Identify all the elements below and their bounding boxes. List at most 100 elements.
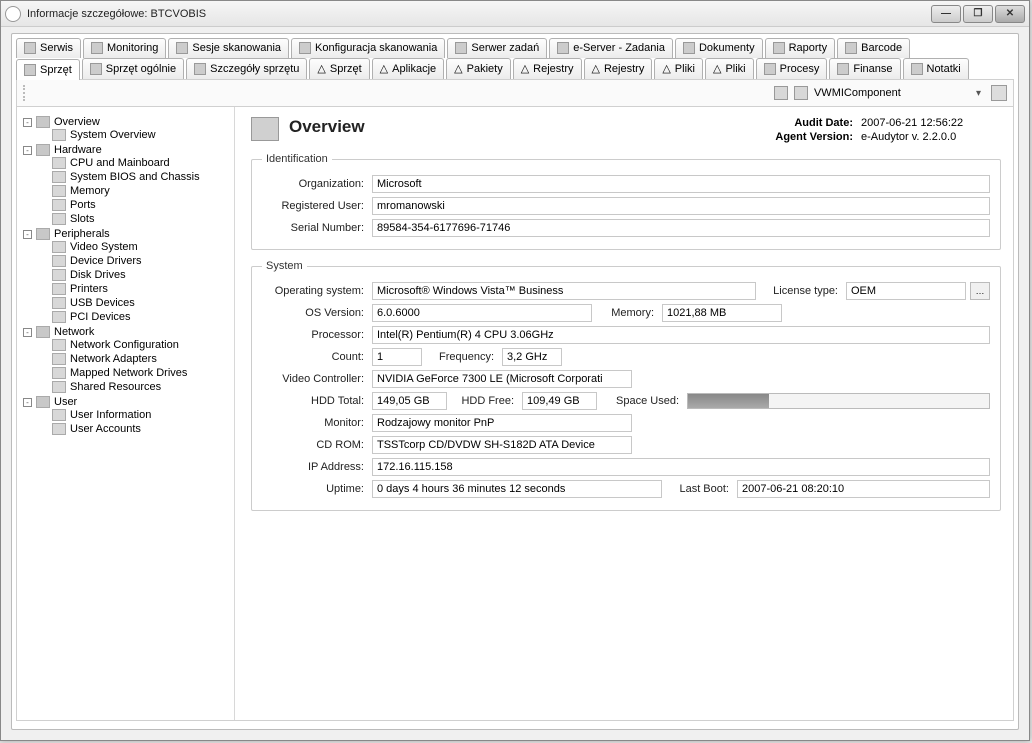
tab-label: Sprzęt: [330, 63, 362, 75]
tree-pci[interactable]: PCI Devices: [39, 311, 230, 323]
collapse-icon[interactable]: -: [23, 118, 32, 127]
tree-usb[interactable]: USB Devices: [39, 297, 230, 309]
tree-peripherals[interactable]: -Peripherals: [23, 228, 230, 240]
tree-drivers[interactable]: Device Drivers: [39, 255, 230, 267]
license-more-button[interactable]: …: [970, 282, 990, 300]
reguser-value[interactable]: mromanowski: [372, 197, 990, 215]
tab-sprz-t[interactable]: △Sprzęt: [309, 58, 369, 79]
tab-sesje-skanowania[interactable]: Sesje skanowania: [168, 38, 289, 58]
titlebar[interactable]: Informacje szczegółowe: BTCVOBIS — ❐ ✕: [1, 1, 1029, 27]
tab-label: Serwis: [40, 42, 73, 54]
osver-value[interactable]: 6.0.6000: [372, 304, 592, 322]
ip-value[interactable]: 172.16.115.158: [372, 458, 990, 476]
tab-rejestry[interactable]: △ Rejestry: [513, 58, 582, 79]
identification-legend: Identification: [262, 153, 332, 165]
dropdown-icon[interactable]: ▾: [976, 88, 981, 99]
tab-label: Procesy: [780, 63, 820, 75]
freq-value[interactable]: 3,2 GHz: [502, 348, 562, 366]
tree-netadapt[interactable]: Network Adapters: [39, 353, 230, 365]
serial-value[interactable]: 89584-354-6177696-71746: [372, 219, 990, 237]
maximize-button[interactable]: ❐: [963, 5, 993, 23]
delta-icon: △: [662, 62, 670, 75]
app-icon: [5, 6, 21, 22]
tree-bios[interactable]: System BIOS and Chassis: [39, 171, 230, 183]
tab-icon: [557, 42, 569, 54]
tab-serwis[interactable]: Serwis: [16, 38, 81, 58]
os-value[interactable]: Microsoft® Windows Vista™ Business: [372, 282, 756, 300]
slots-icon: [52, 213, 66, 225]
count-value[interactable]: 1: [372, 348, 422, 366]
tab-e-server-zadania[interactable]: e-Server - Zadania: [549, 38, 673, 58]
tab-dokumenty[interactable]: Dokumenty: [675, 38, 763, 58]
collapse-icon[interactable]: -: [23, 328, 32, 337]
tab-pliki[interactable]: △Pliki: [705, 58, 754, 79]
proc-label: Processor:: [262, 329, 372, 341]
tab-raporty[interactable]: Raporty: [765, 38, 836, 58]
tree-overview[interactable]: -Overview: [23, 116, 230, 128]
video-value[interactable]: NVIDIA GeForce 7300 LE (Microsoft Corpor…: [372, 370, 632, 388]
collapse-icon[interactable]: -: [23, 230, 32, 239]
monitor-value[interactable]: Rodzajowy monitor PnP: [372, 414, 632, 432]
hddfree-value[interactable]: 109,49 GB: [522, 392, 597, 410]
tab-monitoring[interactable]: Monitoring: [83, 38, 166, 58]
tree-hardware[interactable]: -Hardware: [23, 144, 230, 156]
tab-serwer-zada-[interactable]: Serwer zadań: [447, 38, 547, 58]
tree-netconf[interactable]: Network Configuration: [39, 339, 230, 351]
space-label: Space Used:: [597, 395, 687, 407]
tree-panel: -Overview System Overview -Hardware CPU …: [17, 107, 235, 720]
license-value[interactable]: OEM: [846, 282, 966, 300]
audit-date-value: 2007-06-21 12:56:22: [861, 117, 1001, 129]
tab-icon: [837, 63, 849, 75]
tab-sprz-t-og-lnie[interactable]: Sprzęt ogólnie: [82, 58, 184, 79]
tree-slots[interactable]: Slots: [39, 213, 230, 225]
uptime-value[interactable]: 0 days 4 hours 36 minutes 12 seconds: [372, 480, 662, 498]
page-icon: [52, 129, 66, 141]
os-label: Operating system:: [262, 285, 372, 297]
close-button[interactable]: ✕: [995, 5, 1025, 23]
tree-video[interactable]: Video System: [39, 241, 230, 253]
tree-userinfo[interactable]: User Information: [39, 409, 230, 421]
userinfo-icon: [52, 409, 66, 421]
tab-icon: [24, 64, 36, 76]
tab-procesy[interactable]: Procesy: [756, 58, 828, 79]
tab-label: Rejestry: [533, 63, 573, 75]
tree-printers[interactable]: Printers: [39, 283, 230, 295]
print-button[interactable]: [991, 85, 1007, 101]
tabs-top: Serwis MonitoringSesje skanowaniaKonfigur…: [16, 38, 1014, 58]
memory-value[interactable]: 1021,88 MB: [662, 304, 782, 322]
tree-system-overview[interactable]: System Overview: [39, 129, 230, 141]
tab-pliki[interactable]: △Pliki: [654, 58, 703, 79]
tree-network[interactable]: -Network: [23, 326, 230, 338]
collapse-icon[interactable]: -: [23, 146, 32, 155]
tree-cpu[interactable]: CPU and Mainboard: [39, 157, 230, 169]
collapse-icon[interactable]: -: [23, 398, 32, 407]
tabs-bottom: SprzętSprzęt ogólnieSzczegóły sprzętu△Sp…: [16, 58, 1014, 79]
minimize-button[interactable]: —: [931, 5, 961, 23]
tab-notatki[interactable]: Notatki: [903, 58, 969, 79]
tab-rejestry[interactable]: △Rejestry: [584, 58, 653, 79]
tab-finanse[interactable]: Finanse: [829, 58, 900, 79]
delta-icon: △: [521, 62, 529, 75]
tree-useracc[interactable]: User Accounts: [39, 423, 230, 435]
tree-shared[interactable]: Shared Resources: [39, 381, 230, 393]
tab-sprz-t[interactable]: Sprzęt: [16, 59, 80, 80]
lastboot-value[interactable]: 2007-06-21 08:20:10: [737, 480, 990, 498]
tab-szczeg-y-sprz-tu[interactable]: Szczegóły sprzętu: [186, 58, 307, 79]
cdrom-value[interactable]: TSSTcorp CD/DVDW SH-S182D ATA Device: [372, 436, 632, 454]
proc-value[interactable]: Intel(R) Pentium(R) 4 CPU 3.06GHz: [372, 326, 990, 344]
tab-barcode[interactable]: Barcode: [837, 38, 910, 58]
tab-konfiguracja-skanowania[interactable]: Konfiguracja skanowania: [291, 38, 445, 58]
tab-pakiety[interactable]: △Pakiety: [446, 58, 511, 79]
identification-group: Identification Organization:Microsoft Re…: [251, 153, 1001, 250]
tab-aplikacje[interactable]: △Aplikacje: [372, 58, 445, 79]
tree-user[interactable]: -User: [23, 396, 230, 408]
nav-tree: -Overview System Overview -Hardware CPU …: [21, 115, 230, 437]
tree-mapped[interactable]: Mapped Network Drives: [39, 367, 230, 379]
hddtotal-value[interactable]: 149,05 GB: [372, 392, 447, 410]
org-value[interactable]: Microsoft: [372, 175, 990, 193]
agent-version-value: e-Audytor v. 2.2.0.0: [861, 131, 1001, 143]
tree-ports[interactable]: Ports: [39, 199, 230, 211]
tree-disks[interactable]: Disk Drives: [39, 269, 230, 281]
component-selector[interactable]: VWMIComponent ▾: [774, 86, 981, 100]
tree-memory[interactable]: Memory: [39, 185, 230, 197]
